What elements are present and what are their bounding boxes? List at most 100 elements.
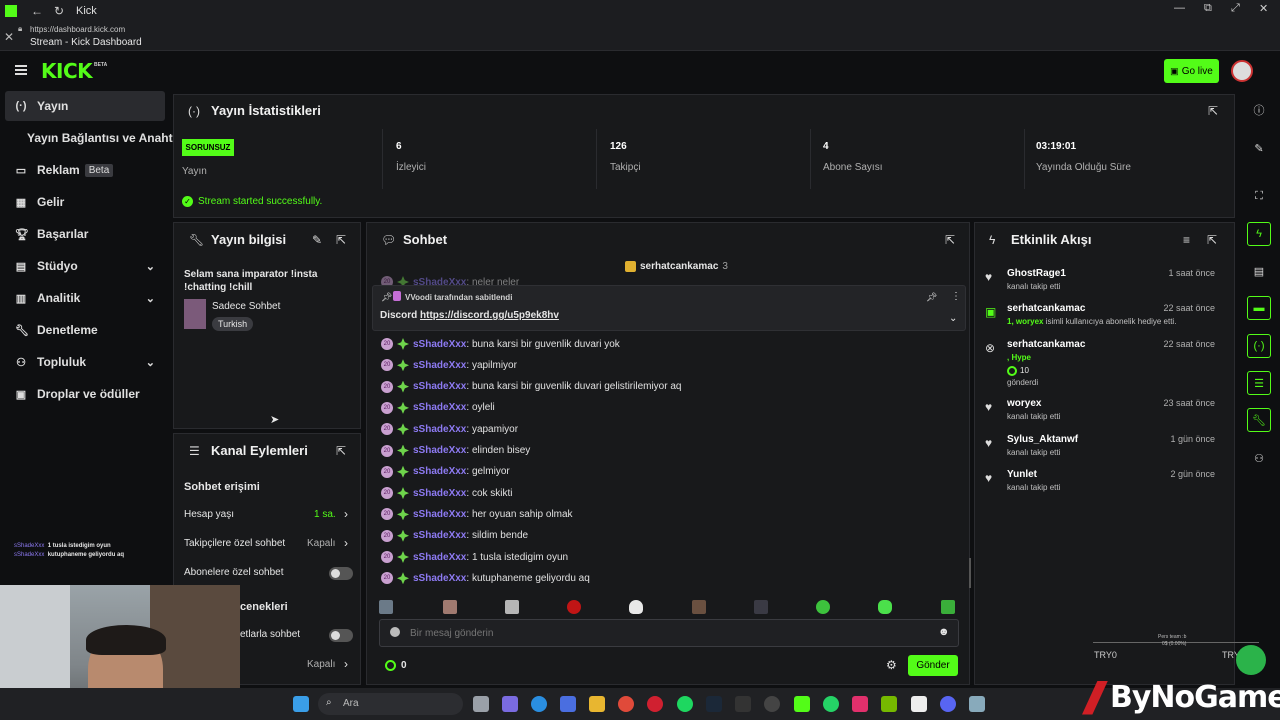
nvidia-icon[interactable] [881,696,897,712]
minimize-icon[interactable]: — [1174,2,1185,14]
chat-username[interactable]: sShadeXxx [413,466,466,477]
chat-icon[interactable]: ▬ [1247,296,1271,320]
option-value[interactable]: Kapalı [307,659,335,670]
task-view-icon[interactable] [473,696,489,712]
community-icon[interactable]: ⚇ [1247,446,1271,470]
chat-username[interactable]: sShadeXxx [413,424,466,435]
sidebar-item-denetleme[interactable]: 🔧︎ Denetleme [5,315,165,345]
reload-icon[interactable]: ↻ [48,4,70,18]
chat-scrollbar[interactable] [969,558,971,588]
menu-icon[interactable] [15,65,27,75]
chat-message-input[interactable] [410,624,930,642]
chat-username[interactable]: sShadeXxx [413,530,466,541]
sidebar-item-yayin[interactable]: (·) Yayın [5,91,165,121]
popout-icon[interactable]: ⇱ [1207,233,1217,247]
send-button[interactable]: Gönder [908,655,958,676]
popout-icon[interactable]: ⇱ [336,444,346,458]
chat-username[interactable]: sShadeXxx [413,360,466,371]
sidebar-item-stream-key[interactable]: Yayın Bağlantısı ve Anahtarı [27,123,187,153]
emote-icon[interactable] [567,600,581,614]
chat-username[interactable]: sShadeXxx [413,509,466,520]
chevron-down-icon[interactable]: ⌄ [949,313,957,324]
spotify-icon[interactable] [677,696,693,712]
filter-icon[interactable]: ≡ [1183,233,1190,247]
close-window-icon[interactable]: ✕ [1259,2,1268,15]
activity-user[interactable]: Yunlet [1007,469,1037,480]
sidebar-item-analitik[interactable]: ▥ Analitik ⌄ [5,283,165,313]
edit-icon[interactable]: ✎ [312,233,322,247]
popout-icon[interactable]: ⇱ [1208,104,1218,118]
wrench-icon[interactable]: 🔧︎ [1247,408,1271,432]
chevron-right-icon[interactable]: › [344,657,348,671]
close-icon[interactable]: ✕ [4,30,14,44]
chevron-right-icon[interactable]: › [344,507,348,521]
popout-icon[interactable]: ⇱ [336,233,346,247]
chat-username[interactable]: sShadeXxx [413,488,466,499]
url-text[interactable]: https://dashboard.kick.com [30,25,125,34]
steam-icon[interactable] [706,696,722,712]
chat-username[interactable]: sShadeXxx [413,445,466,456]
user-avatar[interactable] [1231,60,1253,82]
account-age-value[interactable]: 1 sa. [314,509,336,520]
go-live-button[interactable]: ▣ Go live [1164,59,1219,83]
widgets-icon[interactable] [502,696,518,712]
sidebar-item-studyo[interactable]: ▤ Stüdyo ⌄ [5,251,165,281]
obs-icon[interactable] [764,696,780,712]
emote-icon[interactable] [443,600,457,614]
document-icon[interactable]: ▤ [1247,259,1271,283]
sidebar-item-reklam[interactable]: ▭ Reklam Beta [5,155,165,185]
emote-icon[interactable] [505,600,519,614]
emotes-only-toggle[interactable] [329,629,353,642]
opera-icon[interactable] [647,696,663,712]
popout-icon[interactable]: ⇱ [945,233,955,247]
chevron-right-icon[interactable]: › [344,536,348,550]
back-icon[interactable]: ← [26,4,48,18]
instagram-icon[interactable] [852,696,868,712]
emote-icon[interactable] [816,600,830,614]
kick-taskbar-icon[interactable] [794,696,810,712]
chat-username[interactable]: sShadeXxx [413,552,466,563]
discord-icon[interactable] [940,696,956,712]
emote-icon[interactable] [878,600,892,614]
emote-icon[interactable] [754,600,768,614]
sidebar-item-topluluk[interactable]: ⚇ Topluluk ⌄ [5,347,165,377]
edit-icon[interactable]: ✎ [1247,136,1271,160]
pinned-link[interactable]: https://discord.gg/u5p9ek8hv [420,310,559,321]
fullscreen-icon[interactable]: ⤢ [1231,2,1240,15]
category-name[interactable]: Sadece Sohbet [212,301,280,312]
subs-only-toggle[interactable] [329,567,353,580]
emote-icon[interactable] [941,600,955,614]
activity-user[interactable]: Sylus_Aktanwf [1007,434,1078,445]
taskbar-search[interactable]: ⌕ Ara [318,693,463,715]
windows-start-icon[interactable] [293,696,309,712]
lightning-icon[interactable]: ϟ [1247,222,1271,246]
chat-username[interactable]: sShadeXxx [413,381,466,392]
emote-icon[interactable] [629,600,643,614]
broadcast-icon[interactable]: (·) [1247,334,1271,358]
chat-input-box[interactable]: ☻ [379,619,959,647]
whatsapp-icon[interactable] [823,696,839,712]
explorer-icon[interactable] [589,696,605,712]
more-options-icon[interactable]: ⋮ [951,291,961,302]
emote-icon[interactable] [379,600,393,614]
app-icon[interactable] [969,696,985,712]
epic-games-icon[interactable] [735,696,751,712]
sidebar-item-basarilar[interactable]: 🏆︎ Başarılar [5,219,165,249]
activity-user[interactable]: serhatcankamac [1007,339,1085,350]
info-icon[interactable]: ⓘ [1247,98,1271,122]
chat-username[interactable]: sShadeXxx [413,339,466,350]
restore-icon[interactable]: ⧉ [1204,2,1212,15]
chrome-icon[interactable] [618,696,634,712]
chat-username[interactable]: sShadeXxx [413,573,466,584]
unpin-icon[interactable]: 📌︎ [926,292,937,303]
sidebar-item-droplar[interactable]: ▣ Droplar ve ödüller [5,379,165,409]
settings-gear-icon[interactable]: ⚙ [886,658,897,672]
activity-user[interactable]: GhostRage1 [1007,268,1066,279]
emote-icon[interactable] [692,600,706,614]
chat-username[interactable]: sShadeXxx [413,402,466,413]
emoji-icon[interactable]: ☻ [938,626,950,638]
fullscreen-icon[interactable]: ⛶ [1247,184,1271,208]
top-chatter-name[interactable]: serhatcankamac [640,261,718,272]
edge-icon[interactable] [531,696,547,712]
channel-icon[interactable]: ☰ [1247,371,1271,395]
